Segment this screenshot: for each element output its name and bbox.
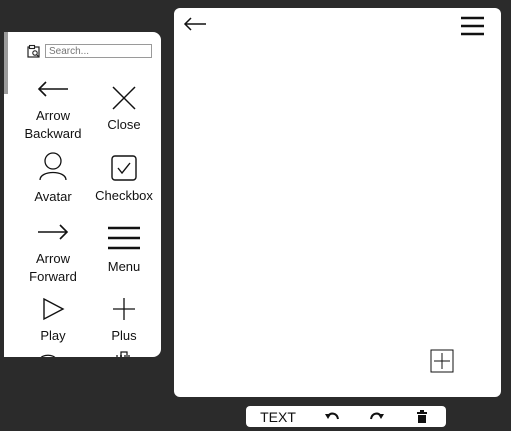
palette-item-arrow-forward[interactable]: Arrow Forward <box>18 223 88 286</box>
palette-item-menu[interactable]: Menu <box>89 225 159 276</box>
delete-button[interactable] <box>410 406 434 427</box>
palette-item-avatar[interactable]: Avatar <box>18 151 88 206</box>
palette-item-plus[interactable]: Plus <box>89 297 159 345</box>
partial-icon <box>116 351 132 357</box>
plus-box-icon[interactable] <box>430 349 454 373</box>
text-button[interactable]: TEXT <box>256 406 300 427</box>
partial-icon <box>40 354 56 357</box>
tile-label: Menu <box>107 259 141 274</box>
close-icon <box>112 86 136 110</box>
tile-label: Play <box>40 328 66 343</box>
tile-label: Forward <box>29 269 77 284</box>
search-input[interactable] <box>45 44 152 58</box>
tile-label: Arrow <box>36 251 70 266</box>
avatar-icon <box>39 152 67 181</box>
component-palette: Arrow Backward Close Avatar Checkbox Arr… <box>4 32 161 357</box>
undo-button[interactable] <box>320 406 344 427</box>
tile-label: Checkbox <box>95 188 153 203</box>
image-search-icon <box>27 44 40 58</box>
tile-label: Close <box>107 117 141 132</box>
menu-icon <box>108 226 140 250</box>
palette-item-play[interactable]: Play <box>18 297 88 345</box>
hamburger-menu-icon[interactable] <box>460 16 485 36</box>
arrow-left-icon <box>37 81 68 97</box>
palette-item-checkbox[interactable]: Checkbox <box>89 154 159 205</box>
trash-icon <box>417 410 427 423</box>
design-canvas[interactable] <box>174 8 501 397</box>
arrow-left-icon[interactable] <box>183 16 207 32</box>
palette-item-arrow-backward[interactable]: Arrow Backward <box>18 80 88 143</box>
palette-scrollbar[interactable] <box>4 32 8 94</box>
checkbox-icon <box>111 155 137 181</box>
arrow-right-icon <box>38 224 69 240</box>
play-icon <box>43 297 65 321</box>
redo-button[interactable] <box>365 406 389 427</box>
tile-label: Arrow <box>36 108 70 123</box>
tile-label: Plus <box>111 328 137 343</box>
plus-icon <box>113 298 135 320</box>
palette-item-close[interactable]: Close <box>89 84 159 134</box>
bottom-toolbar: TEXT <box>246 406 446 427</box>
redo-icon <box>370 412 384 419</box>
tile-label: Avatar <box>34 189 72 204</box>
undo-icon <box>325 412 339 419</box>
tile-label: Backward <box>24 126 82 141</box>
